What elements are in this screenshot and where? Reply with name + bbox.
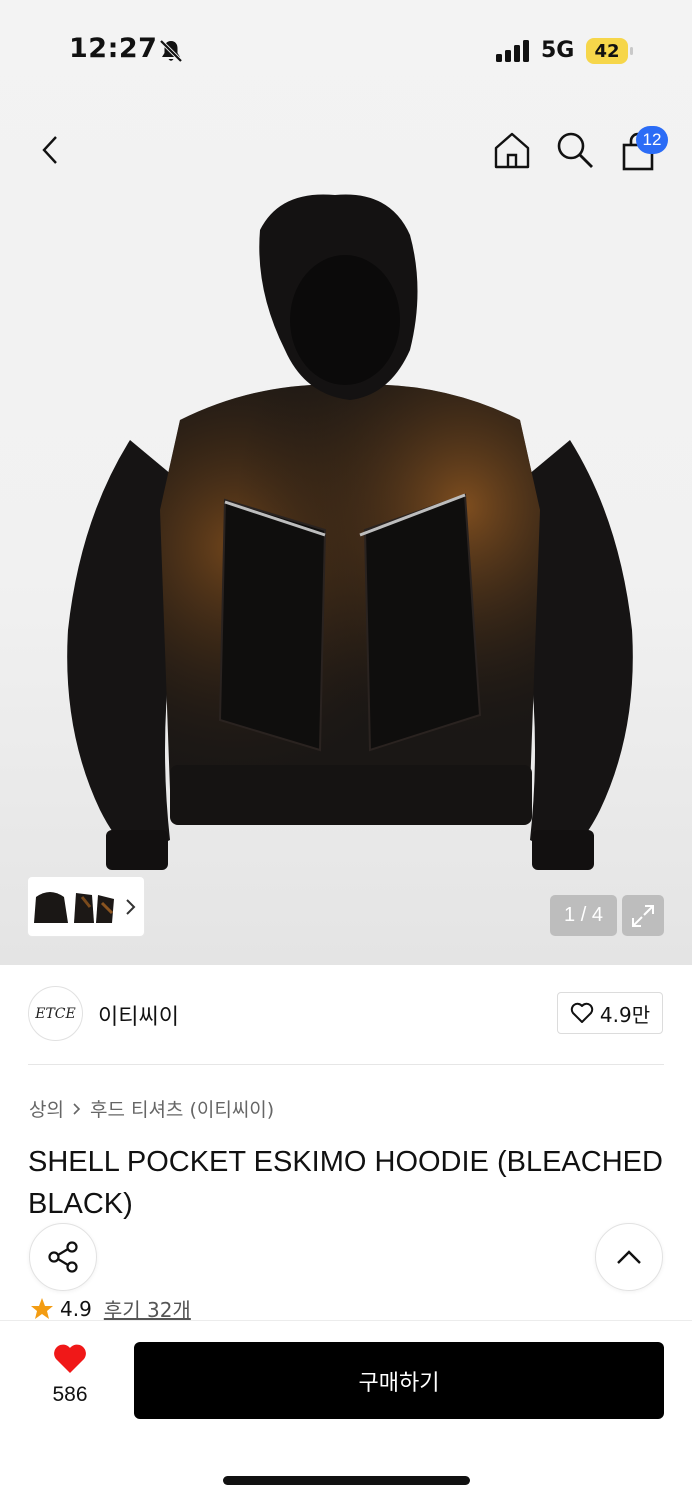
brand-like-count: 4.9만 bbox=[599, 1002, 651, 1027]
share-button[interactable] bbox=[29, 1223, 97, 1291]
rating-row: 4.9 후기 32개 bbox=[30, 1294, 191, 1323]
expand-icon bbox=[632, 904, 654, 927]
search-button[interactable] bbox=[551, 126, 599, 174]
image-thumbnails[interactable] bbox=[28, 877, 144, 936]
network-type: 5G bbox=[541, 38, 575, 63]
wishlist-button[interactable]: 586 bbox=[40, 1343, 100, 1407]
scroll-top-button[interactable] bbox=[595, 1223, 663, 1291]
signal-icon bbox=[496, 40, 529, 62]
thumbnail-image bbox=[34, 892, 114, 923]
chevron-right-icon bbox=[126, 899, 136, 915]
bell-slash-icon bbox=[159, 39, 183, 63]
reviews-link[interactable]: 후기 32개 bbox=[104, 1294, 191, 1323]
share-icon bbox=[48, 1241, 78, 1273]
divider bbox=[28, 1064, 664, 1065]
image-counter: 1 / 4 bbox=[550, 895, 617, 936]
battery-level: 42 bbox=[586, 38, 628, 64]
home-indicator bbox=[223, 1476, 470, 1485]
product-title: SHELL POCKET ESKIMO HOODIE (BLEACHED BLA… bbox=[28, 1146, 663, 1220]
search-icon bbox=[557, 132, 593, 168]
fullscreen-button[interactable] bbox=[622, 895, 664, 936]
rating-value: 4.9 bbox=[60, 1296, 92, 1321]
heart-filled-icon bbox=[54, 1344, 86, 1373]
breadcrumb-category[interactable]: 상의 bbox=[29, 1095, 64, 1122]
chevron-up-icon bbox=[617, 1250, 641, 1264]
back-button[interactable] bbox=[26, 126, 74, 174]
cart-count-badge: 12 bbox=[636, 126, 668, 154]
brand-name[interactable]: 이티씨이 bbox=[98, 999, 179, 1031]
breadcrumb: 상의 후드 티셔츠 (이티씨이) bbox=[29, 1095, 274, 1122]
battery-icon: 42 bbox=[586, 38, 633, 64]
status-bar: 12:27 5G 42 bbox=[0, 0, 692, 100]
chevron-left-icon bbox=[42, 136, 57, 164]
status-time: 12:27 bbox=[69, 33, 158, 64]
heart-outline-icon bbox=[570, 1002, 594, 1023]
chevron-right-icon bbox=[73, 1102, 81, 1115]
home-icon bbox=[494, 132, 530, 169]
home-button[interactable] bbox=[488, 126, 536, 174]
star-icon bbox=[31, 1297, 53, 1319]
brand-like-button[interactable]: 4.9만 bbox=[557, 992, 663, 1034]
breadcrumb-subcategory[interactable]: 후드 티셔츠 (이티씨이) bbox=[90, 1095, 274, 1122]
product-image[interactable] bbox=[60, 190, 640, 880]
buy-button[interactable]: 구매하기 bbox=[134, 1342, 664, 1419]
wishlist-count: 586 bbox=[52, 1383, 88, 1406]
brand-logo[interactable]: ETCE bbox=[28, 986, 83, 1041]
